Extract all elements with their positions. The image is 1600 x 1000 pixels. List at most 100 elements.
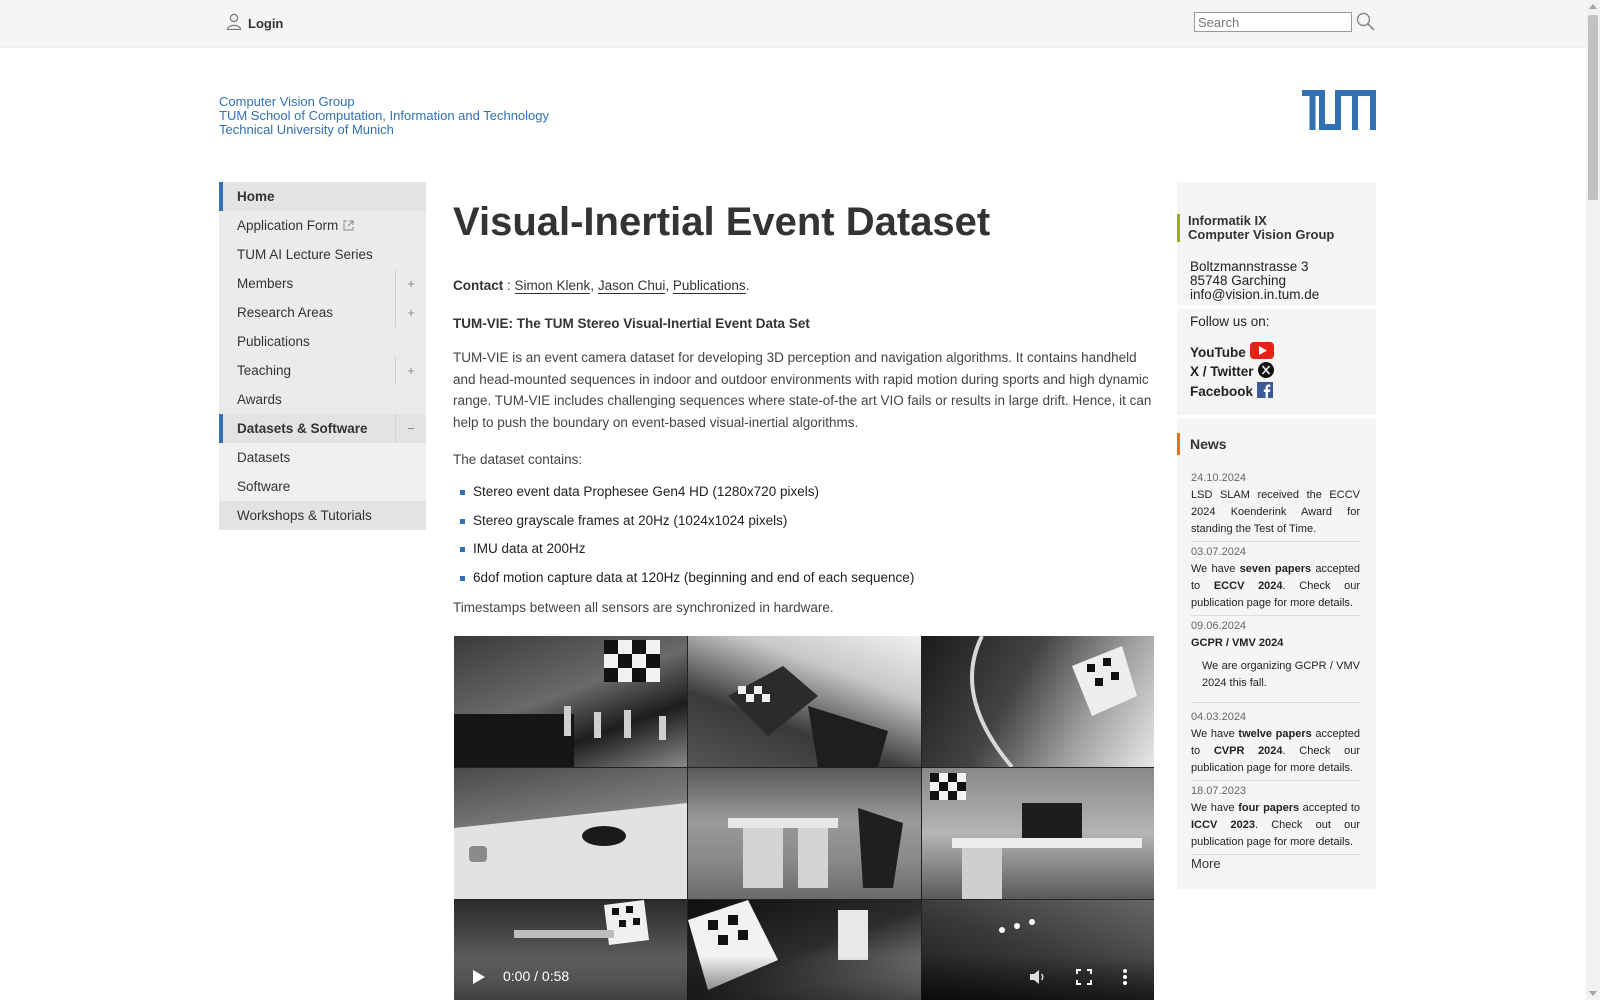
nav-label: Datasets — [237, 450, 291, 465]
list-item: IMU data at 200Hz — [453, 541, 914, 570]
news-text: We have twelve papers accepted to CVPR 2… — [1191, 726, 1360, 781]
address-street: Boltzmannstrasse 3 — [1190, 259, 1309, 274]
news-item: 04.03.2024 We have twelve papers accepte… — [1191, 709, 1360, 781]
publication-page-link[interactable]: publication page — [1191, 597, 1271, 609]
nav-item-teaching[interactable]: Teaching + — [219, 356, 426, 385]
top-bar: Login — [0, 0, 1586, 48]
video-frame-tile — [454, 636, 687, 767]
nav-item-publications[interactable]: Publications — [219, 327, 426, 356]
tum-logo[interactable] — [1302, 90, 1376, 135]
news-text: We are organizing GCPR / VMV 2024 this f… — [1191, 652, 1360, 703]
facebook-icon — [1257, 382, 1274, 401]
login-link[interactable]: Login — [226, 13, 283, 33]
more-options-icon[interactable] — [1122, 968, 1128, 991]
news-item: 03.07.2024 We have seven papers accepted… — [1191, 544, 1360, 616]
news-text: We have four papers accepted to ICCV 202… — [1191, 800, 1360, 855]
collapse-minus-icon[interactable]: − — [395, 414, 426, 443]
org-name-line: Informatik IX — [1188, 213, 1267, 228]
list-item: Stereo event data Prophesee Gen4 HD (128… — [453, 484, 914, 513]
x-twitter-icon — [1257, 362, 1274, 381]
main-content: Visual-Inertial Event Dataset Contact : … — [453, 200, 1158, 1000]
nav-label: Software — [237, 479, 291, 494]
login-label: Login — [248, 15, 284, 31]
news-link[interactable]: twelve papers — [1238, 728, 1311, 740]
contact-link-jason-chui[interactable]: Jason Chui — [597, 278, 666, 294]
dataset-subtitle: TUM-VIE: The TUM Stereo Visual-Inertial … — [453, 316, 810, 331]
scroll-up-arrow-icon[interactable] — [1589, 4, 1597, 9]
affiliation: Computer Vision Group TUM School of Comp… — [219, 95, 549, 137]
video-frame-tile — [454, 768, 687, 899]
nav-label: Workshops & Tutorials — [237, 508, 372, 523]
follow-label: Follow us on: — [1190, 314, 1270, 329]
page-title: Visual-Inertial Event Dataset — [453, 200, 991, 244]
sidebar-nav: Home Application Form TUM AI Lecture Ser… — [219, 182, 426, 530]
address: Boltzmannstrasse 3 85748 Garching info@v… — [1190, 260, 1319, 302]
publication-page-link[interactable]: publication page — [1191, 836, 1271, 848]
affiliation-group-link[interactable]: Computer Vision Group — [219, 95, 549, 109]
address-city: 85748 Garching — [1190, 273, 1287, 288]
scroll-down-arrow-icon[interactable] — [1589, 991, 1597, 996]
nav-item-application-form[interactable]: Application Form — [219, 211, 426, 240]
contact-email[interactable]: info@vision.in.tum.de — [1190, 288, 1319, 302]
scrollbar-thumb[interactable] — [1588, 15, 1598, 200]
news-heading: News — [1177, 433, 1227, 455]
search-input[interactable] — [1194, 12, 1352, 32]
expand-plus-icon[interactable]: + — [395, 356, 426, 385]
org-name: Informatik IX Computer Vision Group — [1177, 214, 1334, 242]
video-player[interactable]: 0:00 / 0:58 — [454, 636, 1154, 1000]
news-text: LSD SLAM received the ECCV 2024 Koenderi… — [1191, 487, 1360, 542]
user-icon — [226, 13, 242, 33]
nav-item-members[interactable]: Members + — [219, 269, 426, 298]
affiliation-university-link[interactable]: Technical University of Munich — [219, 123, 549, 137]
nav-item-workshops-tutorials[interactable]: Workshops & Tutorials — [219, 501, 426, 530]
external-link-icon — [343, 219, 354, 234]
contact-line: Contact : Simon Klenk, Jason Chui, Publi… — [453, 278, 750, 294]
contact-link-simon-klenk[interactable]: Simon Klenk — [514, 278, 591, 294]
nav-item-awards[interactable]: Awards — [219, 385, 426, 414]
video-time: 0:00 / 0:58 — [503, 968, 570, 984]
social-label: X / Twitter — [1190, 364, 1254, 379]
youtube-icon — [1249, 342, 1274, 362]
nav-item-datasets-software[interactable]: Datasets & Software − — [219, 414, 426, 443]
expand-plus-icon[interactable]: + — [395, 298, 426, 327]
expand-plus-icon[interactable]: + — [395, 269, 426, 298]
nav-label: Home — [237, 189, 275, 204]
list-item: 6dof motion capture data at 120Hz (begin… — [453, 570, 914, 599]
nav-label: Awards — [237, 392, 282, 407]
video-frame-tile — [688, 636, 921, 767]
fullscreen-icon[interactable] — [1076, 969, 1092, 990]
divider — [1177, 305, 1376, 309]
social-label: YouTube — [1190, 344, 1246, 360]
social-link-facebook[interactable]: Facebook — [1190, 382, 1274, 401]
social-link-youtube[interactable]: YouTube — [1190, 342, 1274, 362]
contact-separator: : — [503, 278, 515, 293]
nav-item-home[interactable]: Home — [219, 182, 426, 211]
volume-icon[interactable] — [1029, 969, 1047, 990]
news-date: 18.07.2023 — [1191, 785, 1247, 797]
news-more-link[interactable]: More — [1191, 856, 1221, 871]
org-name-line: Computer Vision Group — [1188, 227, 1335, 242]
video-frame-tile — [922, 636, 1154, 767]
nav-item-datasets[interactable]: Datasets — [219, 443, 426, 472]
right-sidebar: Informatik IX Computer Vision Group Bolt… — [1177, 182, 1376, 889]
news-date: 03.07.2024 — [1191, 546, 1247, 558]
list-item: Stereo grayscale frames at 20Hz (1024x10… — [453, 513, 914, 542]
contact-label: Contact — [453, 278, 504, 293]
social-link-x-twitter[interactable]: X / Twitter — [1190, 362, 1274, 381]
search-icon[interactable] — [1356, 12, 1375, 36]
news-heading-text: GCPR / VMV 2024 — [1191, 637, 1284, 649]
affiliation-school-link[interactable]: TUM School of Computation, Information a… — [219, 109, 549, 123]
play-icon[interactable] — [472, 969, 486, 990]
news-item: 24.10.2024 LSD SLAM received the ECCV 20… — [1191, 470, 1360, 542]
news-link[interactable]: seven papers — [1240, 563, 1312, 575]
nav-item-software[interactable]: Software — [219, 472, 426, 501]
page-scrollbar[interactable] — [1586, 0, 1600, 1000]
video-controls: 0:00 / 0:58 — [454, 956, 1154, 1000]
divider — [1177, 415, 1376, 419]
nav-item-research-areas[interactable]: Research Areas + — [219, 298, 426, 327]
publication-page-link[interactable]: publication page — [1191, 762, 1271, 774]
feature-list: Stereo event data Prophesee Gen4 HD (128… — [453, 484, 914, 598]
contact-link-publications[interactable]: Publications — [672, 278, 746, 294]
nav-item-ai-lecture-series[interactable]: TUM AI Lecture Series — [219, 240, 426, 269]
nav-label: Publications — [237, 334, 310, 349]
